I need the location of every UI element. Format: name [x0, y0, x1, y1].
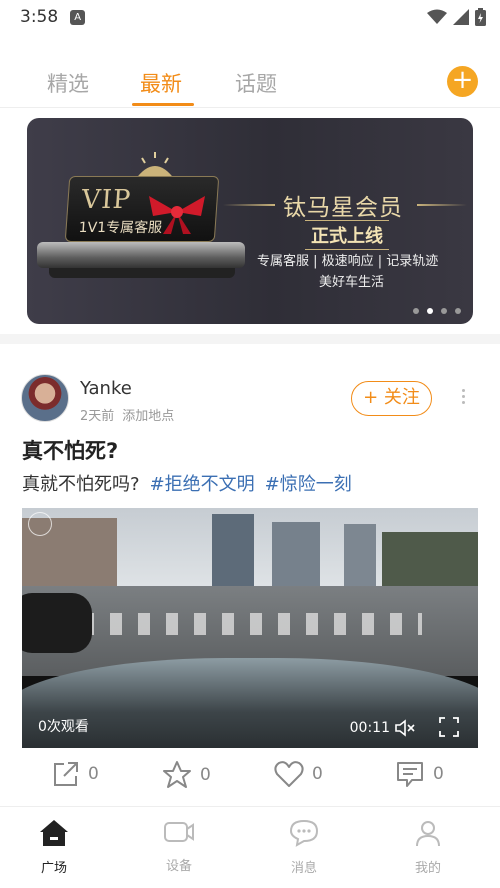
status-time: 3:58 — [20, 7, 59, 27]
post-title[interactable]: 真不怕死? — [22, 435, 118, 465]
like-count: 0 — [312, 764, 323, 784]
nav-label: 设备 — [165, 859, 192, 874]
avatar[interactable] — [21, 374, 69, 422]
section-divider — [0, 334, 500, 344]
comment-button[interactable]: 0 — [395, 760, 444, 788]
favorite-button[interactable]: 0 — [162, 760, 211, 790]
wifi-icon — [427, 9, 447, 24]
author-name[interactable]: Yanke — [80, 378, 132, 399]
post-text: 真就不怕死吗? — [22, 474, 140, 495]
video-watermark-icon — [28, 512, 52, 536]
video-building — [344, 524, 376, 588]
follow-button[interactable]: + 关注 — [351, 381, 432, 416]
decor-line-right — [417, 204, 467, 206]
post-actions: 0 0 0 0 — [0, 760, 500, 800]
post-meta: 2天前 添加地点 — [80, 405, 174, 424]
video-player[interactable]: 0次观看 00:11 — [22, 508, 478, 748]
share-count: 0 — [88, 764, 99, 784]
tab-latest[interactable]: 最新 — [140, 68, 182, 98]
display-platform — [37, 242, 245, 268]
carousel-dot-active[interactable] — [427, 308, 433, 314]
post-time: 2天前 — [80, 409, 115, 424]
banner-title: 钛马星会员 — [283, 195, 403, 221]
banner-tagline: 美好车生活 — [319, 275, 385, 290]
status-bar: 3:58 A — [0, 0, 500, 34]
camera-icon — [164, 822, 194, 842]
hashtag-link[interactable]: #惊险一刻 — [265, 474, 352, 495]
carousel-dot[interactable] — [441, 308, 447, 314]
nav-item-square[interactable]: 广场 — [14, 819, 94, 876]
decor-line-left — [223, 204, 275, 206]
user-icon — [416, 821, 440, 847]
share-icon — [54, 762, 78, 786]
video-trees — [382, 532, 478, 588]
tab-topics[interactable]: 话题 — [235, 68, 277, 98]
video-car — [22, 593, 92, 653]
tab-featured[interactable]: 精选 — [47, 68, 89, 98]
active-tab-indicator — [132, 103, 194, 106]
banner-features: 专属客服 | 极速响应 | 记录轨迹 — [257, 254, 439, 269]
video-building — [212, 514, 254, 588]
plus-icon: + — [451, 65, 474, 95]
bottom-nav: 广场 设备 消息 我的 — [0, 806, 500, 888]
video-building — [272, 522, 320, 588]
comment-icon — [397, 762, 423, 787]
video-duration: 00:11 — [349, 720, 390, 736]
star-icon — [163, 761, 191, 788]
post-body[interactable]: 真就不怕死吗? #拒绝不文明 #惊险一刻 — [22, 470, 352, 496]
promo-banner[interactable]: VIP 1V1专属客服 钛马星会员 正式上线 专属客服 | 极速响应 | 记录轨… — [27, 118, 473, 324]
carousel-dot[interactable] — [413, 308, 419, 314]
chat-icon — [289, 819, 319, 847]
signal-icon — [453, 9, 469, 25]
nav-item-device[interactable]: 设备 — [139, 819, 219, 874]
favorite-count: 0 — [200, 765, 211, 785]
banner-subtitle: 正式上线 — [305, 220, 389, 250]
video-views: 0次观看 — [38, 719, 89, 735]
nav-label: 消息 — [290, 861, 317, 876]
post-location[interactable]: 添加地点 — [122, 409, 174, 424]
carousel-dot[interactable] — [455, 308, 461, 314]
app-notification-icon: A — [70, 9, 86, 25]
fullscreen-icon[interactable] — [438, 716, 460, 738]
vip-text: VIP — [80, 185, 133, 215]
nav-label: 我的 — [414, 861, 441, 876]
status-icons — [427, 8, 486, 26]
display-platform-base — [49, 268, 235, 278]
like-button[interactable]: 0 — [274, 760, 323, 788]
nav-item-messages[interactable]: 消息 — [264, 819, 344, 876]
add-post-button[interactable]: + — [447, 66, 478, 97]
top-tab-bar: 精选 最新 话题 + — [0, 58, 500, 108]
video-crosswalk — [82, 613, 422, 635]
ribbon-bow-icon — [149, 196, 205, 234]
carousel-dots — [413, 308, 461, 314]
nav-item-profile[interactable]: 我的 — [388, 819, 468, 876]
mute-icon[interactable] — [394, 718, 416, 738]
nav-label: 广场 — [40, 861, 67, 876]
share-button[interactable]: 0 — [52, 760, 99, 788]
more-options-icon[interactable] — [460, 386, 466, 407]
heart-icon — [274, 761, 304, 787]
battery-icon — [475, 8, 486, 26]
hashtag-link[interactable]: #拒绝不文明 — [150, 474, 255, 495]
home-icon — [40, 820, 68, 846]
comment-count: 0 — [433, 764, 444, 784]
